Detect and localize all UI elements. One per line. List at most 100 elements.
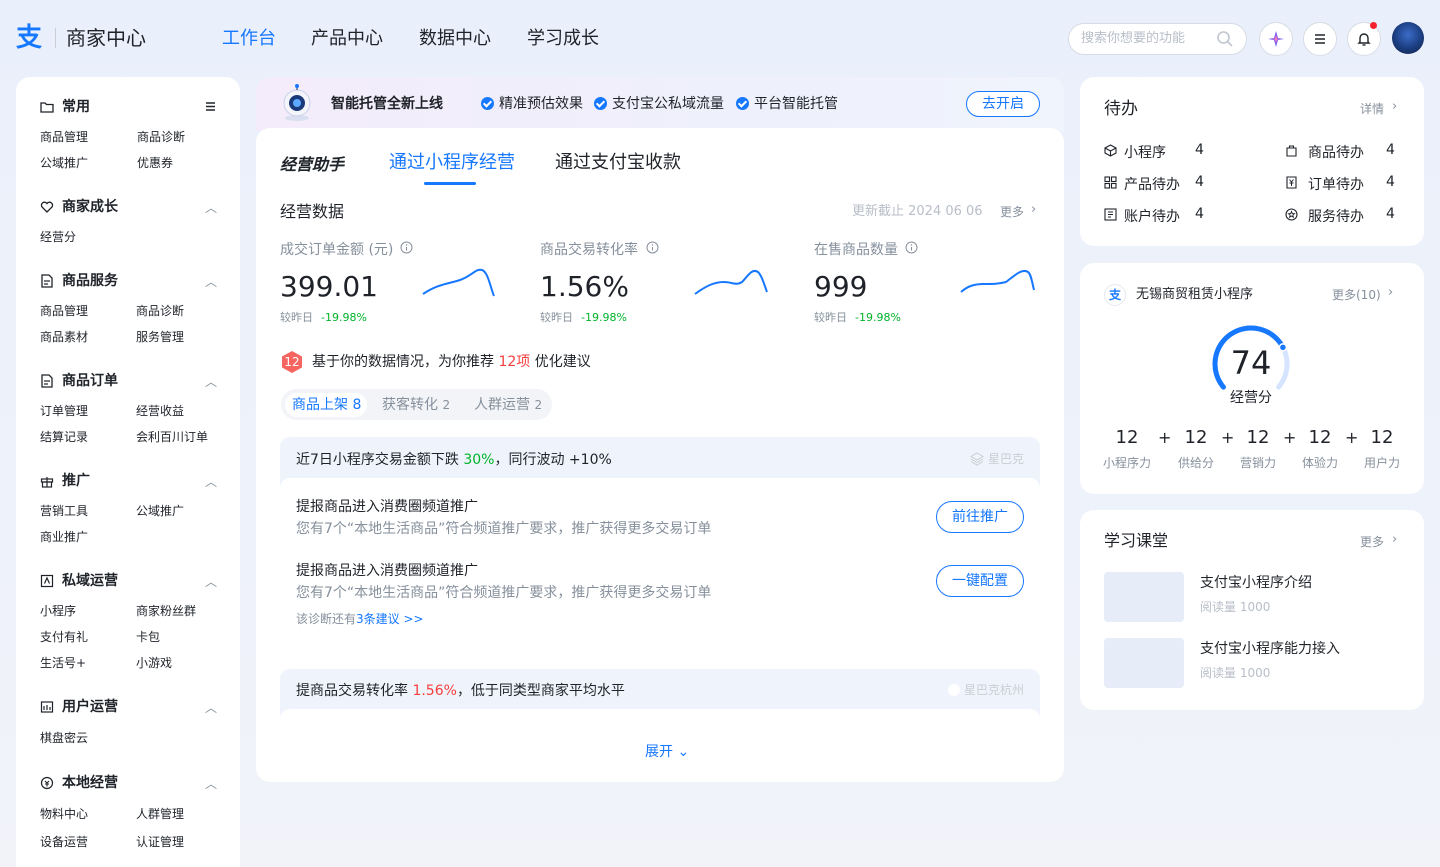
sidebar-item[interactable]: 营销工具: [40, 502, 88, 520]
miniapp-more-link[interactable]: 更多(10): [1332, 286, 1381, 303]
sidebar-item[interactable]: 物料中心: [40, 805, 88, 823]
sidebar-item[interactable]: 支付有礼: [40, 628, 88, 646]
sidebar-item[interactable]: 卡包: [136, 628, 160, 646]
sidebar-item[interactable]: 服务管理: [136, 328, 184, 346]
alipay-logo-icon[interactable]: 支: [16, 24, 48, 52]
sidebar-item[interactable]: 人群管理: [136, 805, 184, 823]
recommend-badge: 12: [284, 355, 300, 369]
sidebar-section-private[interactable]: 私域运营: [62, 571, 118, 591]
sidebar-item[interactable]: 棋盘密云: [40, 729, 88, 747]
sidebar-item[interactable]: 订单管理: [40, 402, 88, 420]
more-suggestions-link[interactable]: 3条建议 >>: [356, 612, 424, 626]
chevron-up-icon[interactable]: ︿: [205, 273, 217, 290]
todo-item-count: 4: [1386, 142, 1395, 158]
diagnosis-body: [280, 709, 1040, 719]
sidebar-item[interactable]: 小游戏: [136, 654, 172, 672]
nav-learning[interactable]: 学习成长: [527, 26, 599, 52]
data-more-link[interactable]: 更多: [1000, 203, 1024, 221]
course-thumbnail[interactable]: [1104, 572, 1184, 622]
banner-feature: 平台智能托管: [736, 94, 838, 114]
metric-compare: 较昨日 -19.98%: [280, 311, 367, 324]
tab-alipay-payment[interactable]: 通过支付宝收款: [555, 150, 681, 176]
learning-more-link[interactable]: 更多: [1360, 533, 1384, 550]
sidebar-section-growth[interactable]: 商家成长: [62, 197, 118, 217]
sparkline: [422, 268, 495, 297]
folder-icon: [40, 102, 54, 113]
chevron-up-icon[interactable]: ︿: [205, 699, 217, 716]
nav-workbench[interactable]: 工作台: [222, 26, 276, 52]
course-title[interactable]: 支付宝小程序介绍: [1200, 573, 1312, 593]
chevron-up-icon[interactable]: ︿: [205, 573, 217, 590]
sidebar-section-local[interactable]: 本地经营: [62, 773, 118, 793]
sidebar-item[interactable]: 认证管理: [136, 833, 184, 851]
course-thumbnail[interactable]: [1104, 638, 1184, 688]
chevron-up-icon[interactable]: ︿: [205, 473, 217, 490]
sidebar-item[interactable]: 结算记录: [40, 428, 88, 446]
chevron-up-icon[interactable]: ︿: [205, 199, 217, 216]
nav-products[interactable]: 产品中心: [311, 26, 383, 52]
sidebar-item[interactable]: 公域推广: [136, 502, 184, 520]
sidebar-item[interactable]: 生活号+: [40, 654, 86, 672]
banner-title: 智能托管全新上线: [331, 96, 443, 112]
chip-audience[interactable]: 人群运营 2: [474, 396, 542, 414]
todo-item-label[interactable]: 服务待办: [1308, 206, 1364, 226]
chip-conversion[interactable]: 获客转化 2: [382, 396, 450, 414]
chip-listing[interactable]: 商品上架 8: [292, 396, 361, 414]
todo-title: 待办: [1104, 99, 1138, 119]
one-click-config-button[interactable]: 一键配置: [936, 565, 1024, 597]
menu-button[interactable]: [1303, 22, 1337, 56]
info-icon[interactable]: [646, 241, 659, 254]
search-icon[interactable]: [1216, 30, 1234, 48]
sidebar-item[interactable]: 商家粉丝群: [136, 602, 196, 620]
list-icon[interactable]: [205, 101, 216, 112]
sidebar-section-promotion[interactable]: 推广: [62, 471, 90, 491]
expand-button[interactable]: 展开 ⌄: [645, 743, 689, 761]
chevron-up-icon[interactable]: ︿: [205, 373, 217, 390]
course-title[interactable]: 支付宝小程序能力接入: [1200, 639, 1340, 659]
check-icon: [736, 97, 749, 110]
todo-item-label[interactable]: 商品待办: [1308, 142, 1364, 162]
sidebar-item[interactable]: 经营收益: [136, 402, 184, 420]
go-promote-button[interactable]: 前往推广: [936, 501, 1024, 533]
sidebar-item[interactable]: 商品管理: [40, 128, 88, 146]
chevron-right-icon[interactable]: ›: [1392, 99, 1397, 114]
sidebar-item[interactable]: 设备运营: [40, 833, 88, 851]
sidebar-section-user-ops[interactable]: 用户运营: [62, 697, 118, 717]
chevron-right-icon[interactable]: ›: [1031, 202, 1036, 217]
sidebar-item[interactable]: 公域推广: [40, 154, 88, 172]
sidebar-item[interactable]: 商品诊断: [137, 128, 185, 146]
chevron-up-icon[interactable]: ︿: [205, 775, 217, 792]
sidebar-item[interactable]: 商品素材: [40, 328, 88, 346]
sidebar-section-common[interactable]: 常用: [62, 97, 90, 117]
info-icon[interactable]: [400, 241, 413, 254]
metric-compare: 较昨日 -19.98%: [814, 311, 901, 324]
ai-assistant-button[interactable]: [1259, 22, 1293, 56]
sidebar-section-product-service[interactable]: 商品服务: [62, 271, 118, 291]
sidebar-item[interactable]: 经营分: [40, 228, 76, 246]
todo-details-link[interactable]: 详情: [1360, 100, 1384, 117]
chevron-right-icon[interactable]: ›: [1392, 532, 1397, 547]
sidebar-item[interactable]: 商业推广: [40, 528, 88, 546]
sidebar-section-orders[interactable]: 商品订单: [62, 371, 118, 391]
sidebar-item[interactable]: 优惠券: [137, 154, 173, 172]
sidebar-item[interactable]: 小程序: [40, 602, 76, 620]
tab-assistant[interactable]: 经营助手: [280, 152, 344, 178]
chevron-right-icon[interactable]: ›: [1388, 285, 1393, 300]
tab-miniprogram[interactable]: 通过小程序经营: [389, 150, 515, 176]
todo-item-label[interactable]: 产品待办: [1124, 174, 1180, 194]
sidebar: [16, 77, 240, 867]
avatar[interactable]: [1392, 22, 1424, 54]
sub-score-label: 小程序力: [1102, 456, 1151, 470]
sub-score-label: 供给分: [1177, 456, 1214, 470]
todo-item-label[interactable]: 订单待办: [1308, 174, 1364, 194]
receipt-icon: [1286, 176, 1297, 189]
todo-item-label[interactable]: 账户待办: [1124, 206, 1180, 226]
sidebar-item[interactable]: 商品管理: [40, 302, 88, 320]
sidebar-item[interactable]: 商品诊断: [136, 302, 184, 320]
nav-data[interactable]: 数据中心: [419, 26, 491, 52]
sidebar-item[interactable]: 会利百川订单: [136, 428, 208, 446]
sub-score-value: 12: [1370, 427, 1394, 448]
info-icon[interactable]: [905, 241, 918, 254]
enable-button[interactable]: 去开启: [966, 91, 1040, 117]
todo-item-label[interactable]: 小程序: [1124, 142, 1166, 162]
